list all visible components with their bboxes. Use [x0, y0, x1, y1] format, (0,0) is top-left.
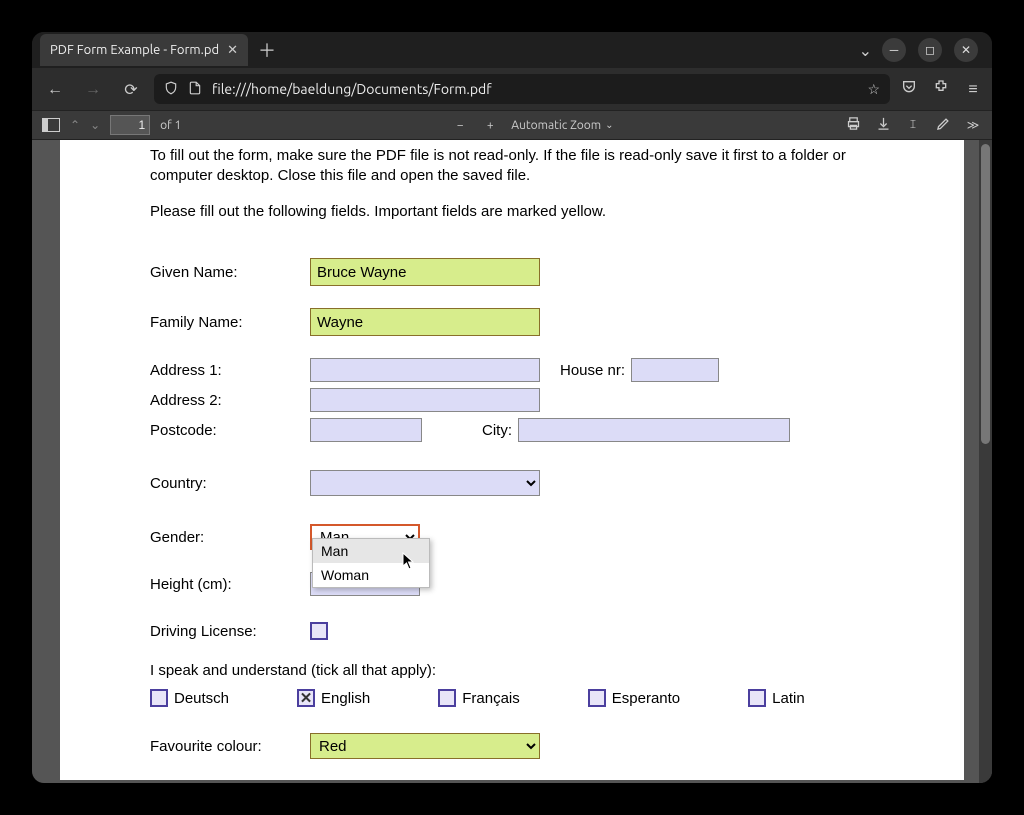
- city-field[interactable]: [518, 418, 790, 442]
- lang-latin-checkbox[interactable]: [748, 689, 766, 707]
- zoom-in-button[interactable]: +: [481, 119, 499, 132]
- family-name-label: Family Name:: [150, 314, 310, 331]
- toolbar-right-icons: ≡: [898, 79, 984, 99]
- page-number-input[interactable]: [110, 115, 150, 135]
- browser-window: PDF Form Example - Form.pd ✕ ＋ ⌄ ─ ◻ ✕ ←…: [32, 32, 992, 783]
- back-button[interactable]: ←: [40, 74, 70, 104]
- pdf-page: To fill out the form, make sure the PDF …: [60, 140, 964, 780]
- reload-button[interactable]: ⟳: [116, 74, 146, 104]
- vertical-scrollbar[interactable]: [979, 140, 992, 783]
- sidebar-toggle-icon[interactable]: [42, 118, 60, 132]
- window-controls: ─ ◻ ✕: [882, 38, 984, 62]
- given-name-label: Given Name:: [150, 264, 310, 281]
- lang-esperanto-label: Esperanto: [612, 690, 680, 707]
- address1-field[interactable]: [310, 358, 540, 382]
- tab-title: PDF Form Example - Form.pd: [50, 43, 219, 57]
- lang-esperanto-checkbox[interactable]: [588, 689, 606, 707]
- city-label: City:: [482, 422, 512, 439]
- given-name-field[interactable]: [310, 258, 540, 286]
- tab-bar: PDF Form Example - Form.pd ✕ ＋ ⌄ ─ ◻ ✕: [32, 32, 992, 68]
- shield-icon: [164, 81, 178, 98]
- pdf-viewport: To fill out the form, make sure the PDF …: [32, 140, 992, 783]
- address2-field[interactable]: [310, 388, 540, 412]
- address2-label: Address 2:: [150, 392, 310, 409]
- close-tab-icon[interactable]: ✕: [227, 43, 238, 58]
- zoom-select-label: Automatic Zoom: [511, 119, 601, 132]
- draw-tool-icon[interactable]: [934, 116, 952, 134]
- navigation-toolbar: ← → ⟳ file:///home/baeldung/Documents/Fo…: [32, 68, 992, 110]
- house-nr-field[interactable]: [631, 358, 719, 382]
- lang-deutsch-checkbox[interactable]: [150, 689, 168, 707]
- bookmark-star-icon[interactable]: ☆: [867, 81, 880, 98]
- house-nr-label: House nr:: [560, 362, 625, 379]
- menu-icon[interactable]: ≡: [962, 80, 984, 99]
- lang-english-label: English: [321, 690, 370, 707]
- postcode-field[interactable]: [310, 418, 422, 442]
- cursor-icon: [402, 552, 416, 570]
- new-tab-button[interactable]: ＋: [248, 37, 286, 63]
- chevron-down-icon: ⌄: [605, 119, 613, 131]
- print-icon[interactable]: [844, 116, 862, 134]
- driving-license-checkbox[interactable]: [310, 622, 328, 640]
- pocket-icon[interactable]: [898, 79, 920, 99]
- scrollbar-thumb[interactable]: [981, 144, 990, 444]
- country-label: Country:: [150, 475, 310, 492]
- lang-english-checkbox[interactable]: ✕: [297, 689, 315, 707]
- height-label: Height (cm):: [150, 576, 310, 593]
- maximize-button[interactable]: ◻: [918, 38, 942, 62]
- text-tool-icon[interactable]: 𝙸: [904, 118, 922, 132]
- favourite-colour-select[interactable]: Red: [310, 733, 540, 759]
- browser-tab[interactable]: PDF Form Example - Form.pd ✕: [40, 34, 248, 66]
- languages-row: Deutsch ✕ English Français Esperanto Lat…: [150, 689, 874, 707]
- gender-label: Gender:: [150, 529, 310, 546]
- more-tools-icon[interactable]: ≫: [964, 118, 982, 132]
- languages-heading: I speak and understand (tick all that ap…: [150, 662, 874, 679]
- file-icon: [188, 81, 202, 98]
- more-tabs-chevron-icon[interactable]: ⌄: [849, 41, 882, 60]
- postcode-label: Postcode:: [150, 422, 310, 439]
- minimize-button[interactable]: ─: [882, 38, 906, 62]
- favourite-colour-label: Favourite colour:: [150, 738, 310, 755]
- driving-license-label: Driving License:: [150, 623, 310, 640]
- page-up-icon[interactable]: ⌃: [70, 118, 80, 132]
- zoom-out-button[interactable]: −: [451, 119, 469, 132]
- extensions-icon[interactable]: [930, 79, 952, 99]
- close-window-button[interactable]: ✕: [954, 38, 978, 62]
- download-icon[interactable]: [874, 116, 892, 134]
- forward-button[interactable]: →: [78, 74, 108, 104]
- instruction-1: To fill out the form, make sure the PDF …: [150, 140, 874, 185]
- url-text: file:///home/baeldung/Documents/Form.pdf: [212, 81, 492, 97]
- family-name-field[interactable]: [310, 308, 540, 336]
- lang-deutsch-label: Deutsch: [174, 690, 229, 707]
- zoom-select[interactable]: Automatic Zoom ⌄: [511, 119, 613, 132]
- address-bar[interactable]: file:///home/baeldung/Documents/Form.pdf…: [154, 74, 890, 104]
- page-of-label: of 1: [160, 119, 181, 132]
- country-select[interactable]: [310, 470, 540, 496]
- lang-latin-label: Latin: [772, 690, 805, 707]
- page-down-icon[interactable]: ⌄: [90, 118, 100, 132]
- lang-francais-checkbox[interactable]: [438, 689, 456, 707]
- lang-francais-label: Français: [462, 690, 520, 707]
- address1-label: Address 1:: [150, 362, 310, 379]
- instruction-2: Please fill out the following fields. Im…: [150, 203, 874, 220]
- pdf-toolbar: ⌃ ⌄ of 1 − + Automatic Zoom ⌄ 𝙸 ≫: [32, 110, 992, 140]
